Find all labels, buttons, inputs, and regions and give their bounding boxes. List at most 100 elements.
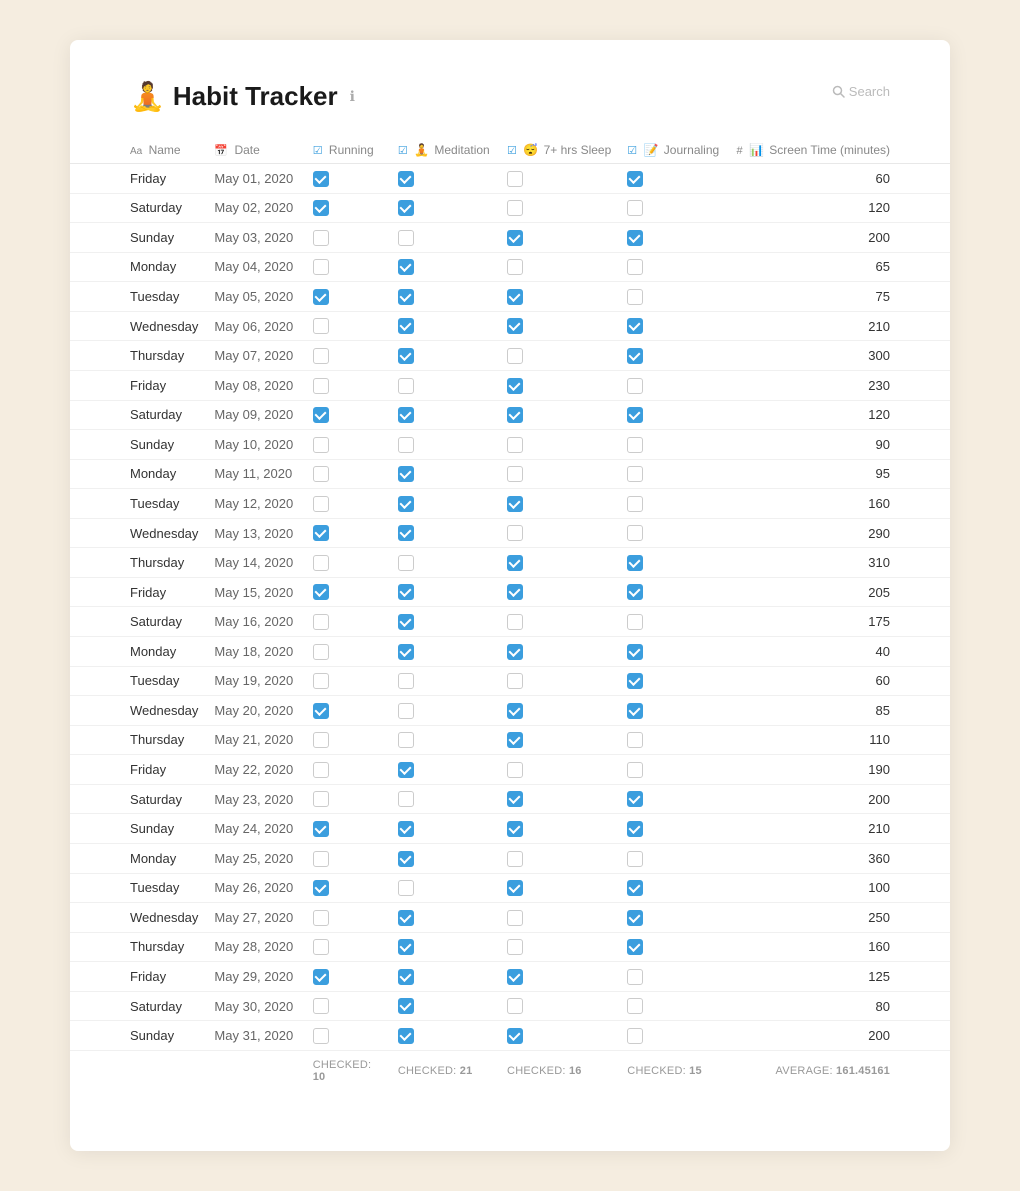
checked-checkbox[interactable] [627,407,643,423]
cell-running[interactable] [305,430,390,460]
checked-checkbox[interactable] [627,584,643,600]
unchecked-checkbox[interactable] [627,762,643,778]
unchecked-checkbox[interactable] [627,466,643,482]
cell-running[interactable] [305,814,390,844]
checked-checkbox[interactable] [398,584,414,600]
cell-meditation[interactable] [390,400,499,430]
unchecked-checkbox[interactable] [398,555,414,571]
cell-journaling[interactable] [619,784,728,814]
cell-meditation[interactable] [390,459,499,489]
cell-running[interactable] [305,518,390,548]
checked-checkbox[interactable] [313,880,329,896]
checked-checkbox[interactable] [627,644,643,660]
cell-meditation[interactable] [390,430,499,460]
checked-checkbox[interactable] [398,348,414,364]
checked-checkbox[interactable] [313,289,329,305]
unchecked-checkbox[interactable] [507,437,523,453]
checked-checkbox[interactable] [507,703,523,719]
cell-sleep[interactable] [499,784,619,814]
cell-sleep[interactable] [499,725,619,755]
unchecked-checkbox[interactable] [313,673,329,689]
cell-journaling[interactable] [619,607,728,637]
cell-sleep[interactable] [499,962,619,992]
cell-running[interactable] [305,400,390,430]
cell-journaling[interactable] [619,430,728,460]
checked-checkbox[interactable] [313,525,329,541]
cell-sleep[interactable] [499,311,619,341]
cell-meditation[interactable] [390,725,499,755]
cell-meditation[interactable] [390,489,499,519]
checked-checkbox[interactable] [398,407,414,423]
unchecked-checkbox[interactable] [313,998,329,1014]
cell-sleep[interactable] [499,400,619,430]
checked-checkbox[interactable] [398,466,414,482]
cell-journaling[interactable] [619,577,728,607]
cell-meditation[interactable] [390,193,499,223]
checked-checkbox[interactable] [507,732,523,748]
cell-running[interactable] [305,962,390,992]
cell-sleep[interactable] [499,1021,619,1051]
cell-meditation[interactable] [390,164,499,194]
checked-checkbox[interactable] [627,910,643,926]
checked-checkbox[interactable] [507,1028,523,1044]
cell-running[interactable] [305,725,390,755]
unchecked-checkbox[interactable] [507,466,523,482]
unchecked-checkbox[interactable] [398,880,414,896]
cell-sleep[interactable] [499,489,619,519]
cell-running[interactable] [305,607,390,637]
cell-sleep[interactable] [499,282,619,312]
checked-checkbox[interactable] [398,614,414,630]
cell-meditation[interactable] [390,873,499,903]
unchecked-checkbox[interactable] [313,318,329,334]
unchecked-checkbox[interactable] [398,791,414,807]
checked-checkbox[interactable] [398,969,414,985]
checked-checkbox[interactable] [398,821,414,837]
cell-sleep[interactable] [499,696,619,726]
unchecked-checkbox[interactable] [313,732,329,748]
cell-meditation[interactable] [390,548,499,578]
unchecked-checkbox[interactable] [398,230,414,246]
cell-sleep[interactable] [499,548,619,578]
checked-checkbox[interactable] [627,880,643,896]
checked-checkbox[interactable] [627,703,643,719]
unchecked-checkbox[interactable] [313,555,329,571]
cell-sleep[interactable] [499,903,619,933]
cell-journaling[interactable] [619,341,728,371]
unchecked-checkbox[interactable] [507,200,523,216]
cell-journaling[interactable] [619,489,728,519]
unchecked-checkbox[interactable] [627,851,643,867]
cell-meditation[interactable] [390,932,499,962]
unchecked-checkbox[interactable] [313,762,329,778]
unchecked-checkbox[interactable] [313,378,329,394]
cell-journaling[interactable] [619,696,728,726]
checked-checkbox[interactable] [398,496,414,512]
cell-sleep[interactable] [499,223,619,253]
checked-checkbox[interactable] [507,318,523,334]
unchecked-checkbox[interactable] [507,348,523,364]
checked-checkbox[interactable] [398,318,414,334]
cell-running[interactable] [305,696,390,726]
cell-running[interactable] [305,282,390,312]
unchecked-checkbox[interactable] [313,939,329,955]
unchecked-checkbox[interactable] [398,703,414,719]
checked-checkbox[interactable] [313,171,329,187]
checked-checkbox[interactable] [507,969,523,985]
cell-meditation[interactable] [390,962,499,992]
cell-sleep[interactable] [499,164,619,194]
cell-meditation[interactable] [390,1021,499,1051]
unchecked-checkbox[interactable] [627,1028,643,1044]
cell-journaling[interactable] [619,282,728,312]
unchecked-checkbox[interactable] [313,791,329,807]
cell-journaling[interactable] [619,1021,728,1051]
checked-checkbox[interactable] [507,821,523,837]
cell-meditation[interactable] [390,637,499,667]
unchecked-checkbox[interactable] [313,259,329,275]
cell-sleep[interactable] [499,459,619,489]
checked-checkbox[interactable] [627,318,643,334]
cell-sleep[interactable] [499,932,619,962]
search-label[interactable]: Search [849,84,890,99]
unchecked-checkbox[interactable] [507,171,523,187]
checked-checkbox[interactable] [507,791,523,807]
cell-running[interactable] [305,311,390,341]
cell-sleep[interactable] [499,607,619,637]
